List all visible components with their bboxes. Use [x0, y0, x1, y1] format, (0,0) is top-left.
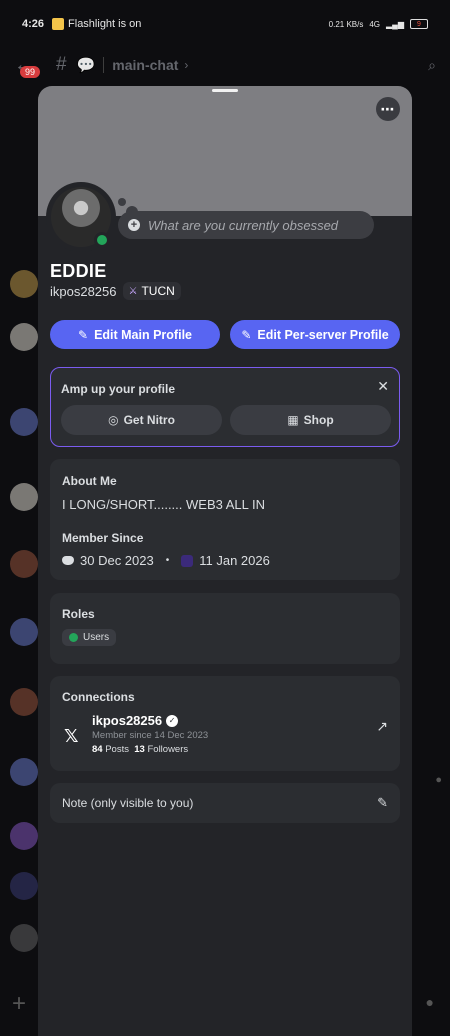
avatar	[10, 270, 38, 298]
thread-icon: 💬	[76, 57, 96, 74]
network-speed: 0.21 KB/s	[328, 19, 364, 29]
external-link-icon[interactable]: ↗	[376, 718, 388, 735]
more-options-button[interactable]: ⋯	[376, 97, 400, 121]
connection-username: ikpos28256	[92, 713, 163, 728]
amp-up-card: Amp up your profile ✕ ◎ Get Nitro ▦ Shop	[50, 367, 400, 447]
edit-main-profile-button[interactable]: ✎ Edit Main Profile	[50, 320, 220, 349]
separator-dot: •	[165, 555, 170, 566]
avatar	[10, 323, 38, 351]
channel-hash-icon: #	[56, 54, 67, 75]
plus-icon: +	[12, 990, 27, 1017]
connections-card[interactable]: Connections 𝕏 ikpos28256 ✓ Member since …	[50, 676, 400, 771]
note-card[interactable]: Note (only visible to you) ✎	[50, 783, 400, 823]
get-nitro-label: Get Nitro	[123, 413, 175, 427]
posts-label: Posts	[105, 744, 129, 755]
background-channel-header: ← # 💬 main-chat › ⌕	[0, 50, 450, 80]
divider	[103, 57, 105, 73]
avatar	[10, 408, 38, 436]
status-bar: 4:26 Flashlight is on 0.21 KB/s 4G ▂▄▆ 9	[0, 0, 450, 48]
shop-icon: ▦	[287, 413, 299, 427]
avatar	[10, 550, 38, 578]
flashlight-icon	[52, 18, 65, 30]
about-me-card: About Me I LONG/SHORT........ WEB3 ALL I…	[50, 459, 400, 580]
avatar	[10, 872, 38, 900]
system-indicators: 0.21 KB/s 4G ▂▄▆ 9	[329, 19, 428, 29]
roles-card: Roles Users	[50, 593, 400, 664]
connection-since: Member since 14 Dec 2023	[92, 730, 209, 741]
nitro-icon: ◎	[108, 413, 119, 427]
emoji-icon: ●	[435, 774, 442, 786]
x-logo-icon: 𝕏	[64, 726, 79, 746]
close-icon[interactable]: ✕	[377, 378, 389, 395]
avatar	[10, 822, 38, 850]
add-status-icon: +	[128, 219, 140, 231]
edit-main-label: Edit Main Profile	[94, 327, 192, 342]
pencil-icon: ✎	[78, 327, 89, 342]
roles-heading: Roles	[62, 607, 95, 621]
chevron-right-icon: ›	[184, 58, 189, 72]
pencil-icon: ✎	[241, 327, 252, 342]
channel-name: main-chat	[112, 57, 179, 73]
username-row: ikpos28256 ⚔ TUCN	[50, 282, 181, 300]
discord-member-date: 30 Dec 2023	[80, 553, 154, 568]
amp-title: Amp up your profile	[61, 382, 175, 396]
drag-handle[interactable]	[212, 89, 238, 92]
battery-icon: 9	[410, 19, 428, 29]
posts-count: 84	[92, 744, 103, 755]
discord-icon	[62, 556, 74, 565]
search-icon: ⌕	[428, 56, 436, 73]
unread-badge: 99	[20, 66, 41, 78]
thought-bubble-dot	[118, 198, 126, 206]
flashlight-notification: Flashlight is on	[52, 18, 141, 30]
connections-heading: Connections	[62, 690, 135, 704]
connection-account: ikpos28256 ✓	[92, 713, 179, 728]
edit-per-server-profile-button[interactable]: ✎ Edit Per-server Profile	[230, 320, 400, 349]
flashlight-text: Flashlight is on	[68, 18, 142, 30]
edit-server-label: Edit Per-server Profile	[257, 327, 389, 342]
role-chip[interactable]: Users	[62, 629, 117, 646]
server-tag[interactable]: ⚔ TUCN	[122, 282, 181, 300]
verified-icon: ✓	[166, 714, 179, 727]
bio-text: I LONG/SHORT........ WEB3 ALL IN	[62, 497, 266, 512]
shop-button[interactable]: ▦ Shop	[230, 405, 391, 435]
followers-label: Followers	[147, 744, 189, 755]
member-since-heading: Member Since	[62, 531, 144, 545]
about-me-heading: About Me	[62, 474, 117, 488]
network-type: 4G	[369, 19, 381, 29]
avatar	[10, 924, 38, 952]
username: ikpos28256	[50, 283, 117, 299]
sword-icon: ⚔	[128, 285, 138, 297]
profile-sheet: ⋯ + What are you currently obsessed EDDI…	[38, 86, 412, 1036]
online-status-icon	[94, 232, 110, 248]
status-placeholder: What are you currently obsessed	[148, 217, 339, 233]
avatar	[10, 483, 38, 511]
connection-stats: 84 Posts 13 Followers	[92, 744, 188, 755]
member-since-row: 30 Dec 2023 • 11 Jan 2026	[62, 553, 270, 568]
role-color-dot	[69, 633, 78, 642]
signal-icon: ▂▄▆	[386, 19, 404, 29]
microphone-icon: ●	[425, 994, 434, 1010]
role-name: Users	[83, 632, 110, 643]
get-nitro-button[interactable]: ◎ Get Nitro	[61, 405, 222, 435]
display-name: EDDIE	[50, 261, 107, 281]
server-icon	[181, 554, 194, 567]
clock: 4:26	[22, 18, 45, 30]
avatar	[10, 688, 38, 716]
avatar	[10, 758, 38, 786]
server-tag-label: TUCN	[141, 284, 175, 298]
server-member-date: 11 Jan 2026	[199, 553, 270, 568]
shop-label: Shop	[303, 413, 334, 427]
note-label: Note (only visible to you)	[62, 796, 194, 810]
custom-status-input[interactable]: + What are you currently obsessed	[118, 211, 374, 239]
avatar	[10, 618, 38, 646]
followers-count: 13	[134, 744, 145, 755]
note-edit-icon[interactable]: ✎	[377, 795, 388, 811]
battery-level: 9	[417, 20, 421, 28]
